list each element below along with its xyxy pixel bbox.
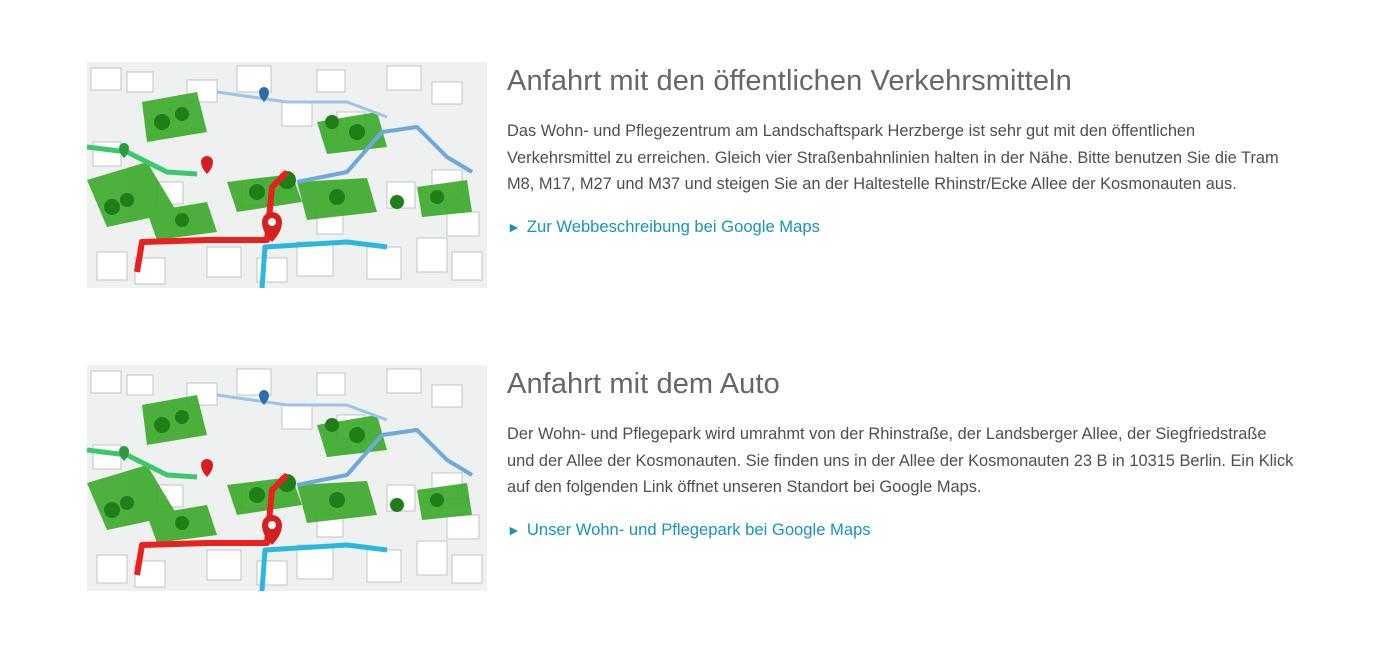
section-title: Anfahrt mit dem Auto — [507, 368, 780, 400]
play-arrow-icon: ► — [507, 521, 521, 538]
link-label: Unser Wohn- und Pflegepark bei Google Ma… — [526, 519, 871, 539]
section-title: Anfahrt mit den öffentlichen Verkehrsmit… — [507, 65, 1072, 97]
map-graphic — [87, 62, 487, 288]
section-car: Anfahrt mit dem Auto Der Wohn- und Pfleg… — [87, 365, 1317, 591]
map-graphic — [87, 365, 487, 591]
google-maps-directions-link[interactable]: ► Zur Webbeschreibung bei Google Maps — [507, 216, 820, 238]
city-map-illustration — [87, 62, 487, 288]
section-text: Anfahrt mit dem Auto Der Wohn- und Pfleg… — [507, 365, 1297, 541]
section-public-transport: Anfahrt mit den öffentlichen Verkehrsmit… — [87, 62, 1317, 288]
city-map-illustration — [87, 365, 487, 591]
section-body: Das Wohn- und Pflegezentrum am Landschaf… — [507, 122, 1279, 193]
play-arrow-icon: ► — [507, 218, 521, 235]
section-body: Der Wohn- und Pflegepark wird umrahmt vo… — [507, 425, 1294, 496]
link-label: Zur Webbeschreibung bei Google Maps — [526, 216, 820, 236]
google-maps-location-link[interactable]: ► Unser Wohn- und Pflegepark bei Google M… — [507, 519, 871, 541]
section-text: Anfahrt mit den öffentlichen Verkehrsmit… — [507, 62, 1297, 238]
